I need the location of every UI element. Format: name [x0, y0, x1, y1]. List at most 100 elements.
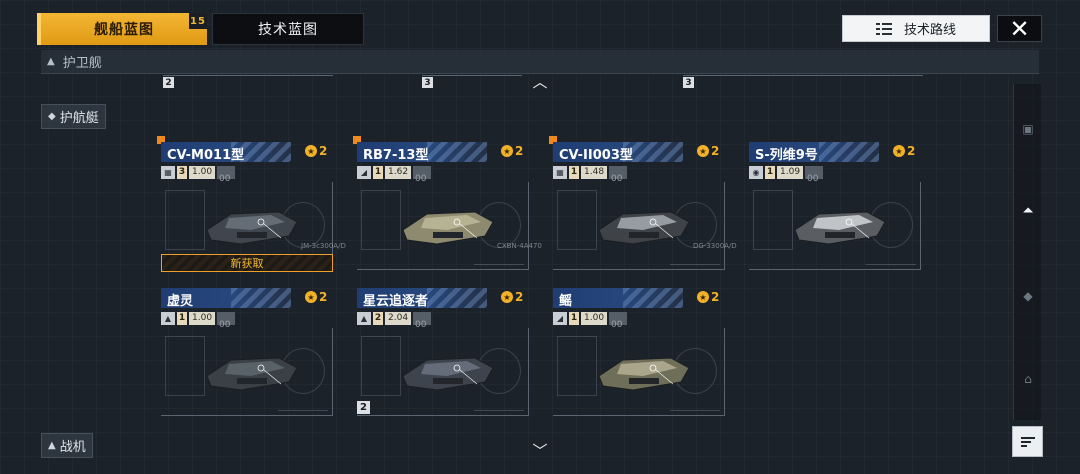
ship-name: 虚灵 [167, 294, 194, 308]
ship-stat-value: 1.00 [189, 311, 216, 325]
ship-name: CV-II003型 [559, 148, 633, 162]
ship-stats: ◢ 1 1.62 00 [357, 165, 432, 184]
ship-name: 鳐 [559, 294, 573, 308]
ship-part-tag: CXBN-4A470 [497, 242, 542, 250]
ship-card-title-bar: CV-M011型 [161, 142, 291, 162]
ship-card[interactable]: 鳐 ★ 2 ◢ 1 1.00 00 [553, 288, 725, 418]
ship-stat-tail: 00 [217, 311, 236, 330]
ship-name: CV-M011型 [167, 148, 245, 162]
ship-name: S-列维9号 [755, 148, 818, 162]
grid-icon: ▦ [553, 165, 567, 179]
newly-acquired-banner: 新获取 [161, 254, 333, 272]
ship-model-image [402, 357, 494, 391]
battleship-class-icon[interactable]: ▣ [1021, 122, 1035, 136]
ship-tier: 1 [569, 311, 579, 325]
ship-stat-tail: 00 [413, 165, 432, 184]
ship-card[interactable]: RB7-13型 ★ 2 ◢ 1 1.62 00 CXBN-4A470 [353, 136, 542, 272]
rank-emblem-icon: ★ [893, 145, 905, 157]
ruler-number: 3 [683, 77, 694, 88]
ship-card[interactable]: CV-II003型 ★ 2 ▦ 1 1.48 00 DG-3300A/D [549, 136, 737, 272]
blueprint-level-tag: 2 [357, 401, 370, 414]
ship-class-rail: ▣ ⏶ ◆ ⌂ [1013, 84, 1041, 420]
slash-icon: ◢ [553, 311, 567, 325]
rank-emblem-icon: ★ [697, 145, 709, 157]
slash-icon: ◢ [357, 165, 371, 179]
rank-value: 2 [319, 144, 328, 158]
rank-emblem-icon: ★ [305, 291, 317, 303]
carrier-class-icon[interactable]: ⌂ [1021, 372, 1035, 386]
close-button[interactable]: ✕ [997, 15, 1042, 42]
tab-tech-blueprint[interactable]: 技术蓝图 [212, 13, 364, 45]
ship-model-image [206, 211, 298, 245]
ship-stat-tail: 00 [609, 311, 628, 330]
ruler-number: 3 [422, 77, 433, 88]
ship-rank: ★ 2 [893, 144, 915, 158]
ship-name: 星云追逐者 [363, 294, 429, 308]
ship-stats: ▲ 1 1.00 00 [161, 311, 236, 330]
ruler-segment: 3 [422, 75, 522, 88]
category-escort-label: 护航艇 [59, 111, 99, 126]
tab-ship-blueprint[interactable]: 舰船蓝图 15 [37, 13, 207, 45]
ship-name: RB7-13型 [363, 148, 429, 162]
fighter-icon: ▲ [48, 440, 56, 451]
ship-model-image [206, 357, 298, 391]
ship-stat-tail: 00 [413, 311, 432, 330]
ship-model-image [794, 211, 886, 245]
ship-stats: ◉ 1 1.09 00 [749, 165, 824, 184]
tech-route-button[interactable]: 技术路线 [842, 15, 990, 42]
blueprint-count-badge: 15 [189, 13, 207, 29]
ship-card[interactable]: S-列维9号 ★ 2 ◉ 1 1.09 00 [749, 142, 921, 272]
tech-route-label: 技术路线 [903, 23, 956, 38]
scroll-down-chevron-icon[interactable]: ﹀ [529, 444, 551, 459]
rank-value: 2 [711, 144, 720, 158]
category-fighter-label: 战机 [59, 440, 86, 455]
ship-stats: ▦ 1 1.48 00 [553, 165, 628, 184]
ship-rank: ★ 2 [697, 290, 719, 304]
ship-stat-tail: 00 [217, 165, 236, 184]
ship-tier: 1 [177, 311, 187, 325]
collapse-triangle-icon: ▲ [47, 56, 55, 67]
rank-value: 2 [515, 144, 524, 158]
ship-rank: ★ 2 [305, 144, 327, 158]
ship-stats: ◢ 1 1.00 00 [553, 311, 628, 330]
ruler-segment: 3 [683, 75, 923, 88]
ship-blueprint [749, 182, 921, 270]
rank-emblem-icon: ★ [697, 291, 709, 303]
ship-stats: ▦ 3 1.00 00 [161, 165, 236, 184]
escort-class-icon[interactable]: ◆ [1021, 289, 1035, 303]
rank-emblem-icon: ★ [501, 145, 513, 157]
ship-stat-tail: 00 [609, 165, 628, 184]
category-header-frigate[interactable]: ▲ 护卫舰 [41, 50, 1039, 74]
ruler-number: 2 [163, 77, 174, 88]
frigate-class-icon[interactable]: ⏶ [1021, 204, 1035, 218]
category-fighter-button[interactable]: ▲ 战机 [41, 433, 93, 458]
ship-blueprint [357, 328, 529, 416]
ship-card-title-bar: S-列维9号 [749, 142, 879, 162]
ship-card[interactable]: 虚灵 ★ 2 ▲ 1 1.00 00 [161, 288, 333, 418]
ship-card-title-bar: CV-II003型 [553, 142, 683, 162]
ship-tier: 2 [373, 311, 383, 325]
ship-stat-value: 1.00 [189, 165, 216, 179]
filter-icon [1020, 435, 1035, 449]
ship-stat-value: 1.62 [385, 165, 412, 179]
ship-blueprint: CXBN-4A470 [357, 182, 542, 270]
pin-icon: ▲ [357, 311, 371, 325]
rank-value: 2 [907, 144, 916, 158]
ship-model-image [598, 357, 690, 391]
escort-boat-icon: ◆ [48, 111, 56, 122]
rank-value: 2 [515, 290, 524, 304]
tab-tech-blueprint-label: 技术蓝图 [258, 22, 318, 38]
ship-tier: 1 [765, 165, 775, 179]
category-escort-button[interactable]: ◆ 护航艇 [41, 104, 106, 129]
ship-card[interactable]: CV-M011型 ★ 2 ▦ 3 1.00 00 JM-3c300A/D 新获取 [157, 136, 346, 272]
filter-button[interactable] [1012, 426, 1043, 457]
scroll-up-chevron-icon[interactable]: ︿ [529, 75, 551, 90]
ship-card[interactable]: 星云追逐者 ★ 2 ▲ 2 2.04 00 [357, 288, 529, 418]
ship-rank: ★ 2 [305, 290, 327, 304]
ship-stat-value: 2.04 [385, 311, 412, 325]
ship-tier: 1 [373, 165, 383, 179]
ship-stat-value: 1.48 [581, 165, 608, 179]
ship-card-title-bar: 虚灵 [161, 288, 291, 308]
ship-tier: 1 [569, 165, 579, 179]
ship-stats: ▲ 2 2.04 00 [357, 311, 432, 330]
